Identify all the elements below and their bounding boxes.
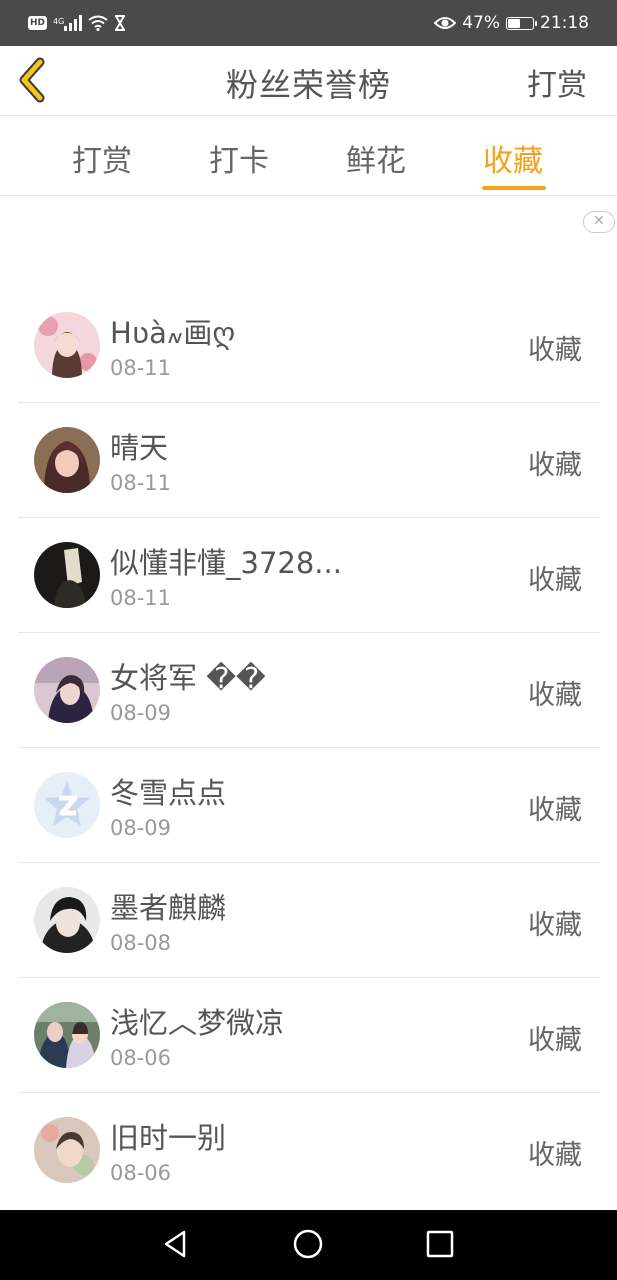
user-name: 旧时一别 (110, 1121, 227, 1155)
list-item[interactable]: Hʋà៷画ღ 08-11 收藏 (18, 288, 600, 403)
hourglass-icon (115, 15, 126, 31)
list-item[interactable]: 冬雪点点 08-09 收藏 (18, 748, 600, 863)
user-name: Hʋà៷画ღ (110, 316, 236, 350)
date: 08-08 (110, 931, 172, 955)
date: 08-11 (110, 356, 172, 380)
status-bar: HD 4G 47% 21:18 (0, 0, 617, 46)
user-name: 晴天 (110, 431, 169, 465)
signal-icon: 4G (53, 15, 83, 31)
user-name: 女将军 �� (110, 661, 266, 695)
action-label: 收藏 (528, 450, 582, 481)
avatar (34, 657, 100, 723)
list-item[interactable]: 似懂非懂_3728... 08-11 收藏 (18, 518, 600, 633)
avatar (34, 427, 100, 493)
tab-reward[interactable]: 打赏 (72, 136, 132, 180)
list-item[interactable]: 浅忆︿梦微凉 08-06 收藏 (18, 978, 600, 1093)
list-item[interactable]: 晴天 08-11 收藏 (18, 403, 600, 518)
action-label: 收藏 (528, 335, 582, 366)
avatar (34, 887, 100, 953)
action-label: 收藏 (528, 910, 582, 941)
clock: 21:18 (540, 13, 589, 33)
date: 08-06 (110, 1046, 172, 1070)
list-item[interactable]: 墨者麒麟 08-08 收藏 (18, 863, 600, 978)
nav-home-button[interactable] (292, 1228, 324, 1260)
status-icons-right: 47% 21:18 (434, 10, 589, 36)
nav-recents-button[interactable] (424, 1228, 456, 1260)
triangle-back-icon (164, 1230, 186, 1258)
action-label: 收藏 (528, 795, 582, 826)
date: 08-09 (110, 701, 172, 725)
avatar (34, 1117, 100, 1183)
header: 粉丝荣誉榜 打赏 (0, 46, 617, 116)
nav-back-button[interactable] (160, 1228, 192, 1260)
action-label: 收藏 (528, 1025, 582, 1056)
list-item[interactable]: 女将军 �� 08-09 收藏 (18, 633, 600, 748)
list-item[interactable]: 旧时一别 08-06 收藏 (18, 1093, 600, 1208)
user-name: 冬雪点点 (110, 776, 227, 810)
active-tab-indicator (482, 186, 546, 190)
tab-bar: 打赏 打卡 鲜花 收藏 (0, 116, 617, 196)
system-nav-bar (0, 1210, 617, 1280)
avatar (34, 312, 100, 378)
close-icon: ✕ (593, 213, 605, 229)
avatar (34, 772, 100, 838)
hd-icon: HD (28, 16, 48, 30)
action-label: 收藏 (528, 1140, 582, 1171)
action-label: 收藏 (528, 565, 582, 596)
avatar (34, 542, 100, 608)
user-name: 似懂非懂_3728... (110, 546, 342, 580)
tab-favorites[interactable]: 收藏 (483, 136, 543, 180)
user-name: 浅忆︿梦微凉 (110, 1006, 285, 1040)
action-label: 收藏 (528, 680, 582, 711)
date: 08-09 (110, 816, 172, 840)
battery-icon (506, 16, 537, 30)
reward-button[interactable]: 打赏 (527, 60, 587, 104)
date: 08-11 (110, 586, 172, 610)
status-icons-left: HD 4G (28, 12, 126, 34)
user-name: 墨者麒麟 (110, 891, 227, 925)
date: 08-11 (110, 471, 172, 495)
tab-flowers[interactable]: 鲜花 (346, 136, 406, 180)
network-type-label: 4G (53, 17, 65, 26)
battery-percent: 47% (462, 13, 500, 33)
circle-home-icon (293, 1229, 323, 1259)
page-title: 粉丝荣誉榜 (225, 66, 391, 104)
avatar (34, 1002, 100, 1068)
square-recents-icon (426, 1230, 454, 1258)
close-ad-button[interactable]: ✕ (583, 211, 615, 233)
tab-checkin[interactable]: 打卡 (209, 136, 269, 180)
fan-list: Hʋà៷画ღ 08-11 收藏 晴天 08-11 收藏 似懂非懂_3728...… (0, 288, 617, 1208)
date: 08-06 (110, 1161, 172, 1185)
eye-comfort-icon (434, 17, 457, 29)
wifi-icon (88, 15, 108, 31)
